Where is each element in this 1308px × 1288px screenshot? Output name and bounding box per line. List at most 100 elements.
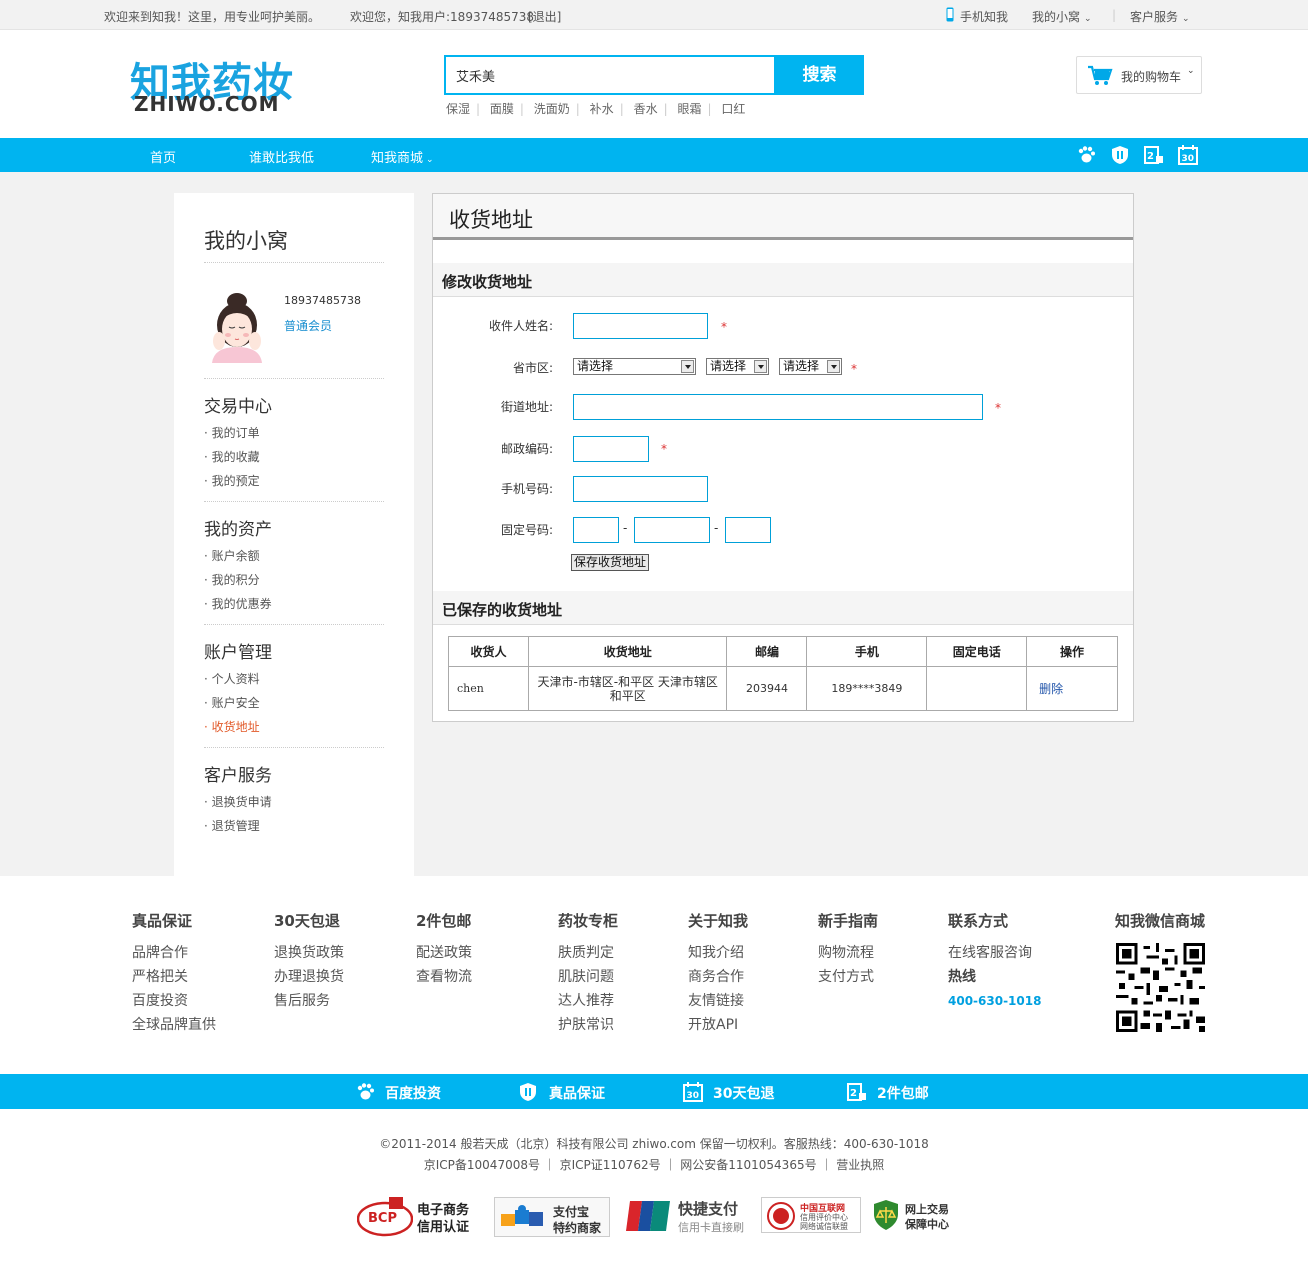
icp-link[interactable]: 京ICP备10047008号	[424, 1158, 540, 1172]
panel-header: 收货地址	[433, 194, 1133, 240]
sidebar-item-orders[interactable]: · 我的订单	[204, 424, 260, 441]
cnnic-badge[interactable]: 中国互联网 信用评价中心 网络诚信联盟	[761, 1197, 861, 1233]
sidebar-item-balance[interactable]: · 账户余额	[204, 547, 260, 564]
hot-keyword[interactable]: 保湿	[446, 102, 470, 116]
city-select[interactable]: 请选择	[706, 358, 769, 375]
top-bar: 欢迎来到知我！这里，用专业呵护美丽。 欢迎您，知我用户:18937485738 …	[0, 0, 1308, 30]
hot-keyword[interactable]: 洗面奶	[534, 102, 570, 116]
save-address-button[interactable]: 保存收货地址	[571, 554, 650, 571]
footer-link[interactable]: 购物流程	[818, 941, 878, 965]
search-input[interactable]	[444, 55, 776, 95]
hot-keyword[interactable]: 补水	[590, 102, 614, 116]
mobile-input[interactable]	[573, 476, 708, 502]
nav-mall[interactable]: 知我商城 ⌄	[371, 147, 434, 166]
sidebar-item-label: 账户余额	[211, 549, 260, 563]
sidebar-item-security[interactable]: · 账户安全	[204, 694, 260, 711]
province-select[interactable]: 请选择	[573, 358, 696, 375]
logo-en-text: ZHIWO.COM	[134, 92, 280, 116]
my-nest-label: 我的小窝	[1032, 10, 1081, 24]
bcp-badge[interactable]: BCP 电子商务 信用认证	[356, 1197, 475, 1237]
sidebar: 我的小窝 18937485738 普通会员 交易中心 · 我的订单 · 我的收藏…	[174, 193, 414, 876]
street-address-input[interactable]	[573, 394, 983, 420]
phone-ext-input[interactable]	[725, 517, 771, 543]
hot-keyword[interactable]: 面膜	[490, 102, 514, 116]
cart-icon	[1087, 65, 1113, 90]
nav-home[interactable]: 首页	[150, 147, 176, 166]
column-header: 手机	[806, 636, 928, 667]
zip-code-input[interactable]	[573, 436, 649, 462]
search-button[interactable]: 搜索	[775, 55, 864, 95]
customer-service-menu[interactable]: 客户服务 ⌄	[1130, 8, 1190, 25]
footer-link[interactable]: 全球品牌直供	[132, 1013, 216, 1037]
shield-icon[interactable]	[1110, 145, 1130, 165]
main-nav: 首页 谁敢比我低 知我商城 ⌄ 2 30	[0, 138, 1308, 172]
alipay-badge[interactable]: 支付宝 特约商家	[494, 1197, 610, 1237]
cart-button[interactable]: 我的购物车 ⌄	[1076, 56, 1202, 94]
cell-zip: 203944	[726, 666, 808, 711]
footer-link[interactable]: 售后服务	[274, 989, 344, 1013]
footer-link[interactable]: 商务合作	[688, 965, 748, 989]
sidebar-item-points[interactable]: · 我的积分	[204, 571, 260, 588]
footer-link[interactable]: 办理退换货	[274, 965, 344, 989]
edit-section-title: 修改收货地址	[442, 273, 533, 291]
hot-keyword[interactable]: 眼霜	[677, 102, 701, 116]
footer-link[interactable]: 严格把关	[132, 965, 216, 989]
user-phone: 18937485738	[284, 294, 361, 307]
two-items-icon: 2	[847, 1082, 867, 1105]
footer-link[interactable]: 开放API	[688, 1013, 748, 1037]
footer-link[interactable]: 友情链接	[688, 989, 748, 1013]
footer-link[interactable]: 肤质判定	[558, 941, 618, 965]
logout-link[interactable]: [退出]	[528, 8, 561, 25]
welcome-text: 欢迎来到知我！这里，用专业呵护美丽。	[104, 10, 321, 24]
sidebar-item-coupons[interactable]: · 我的优惠券	[204, 595, 272, 612]
delete-link[interactable]: 删除	[1039, 682, 1063, 696]
footer-link[interactable]: 达人推荐	[558, 989, 618, 1013]
street-label: 街道地址:	[500, 400, 553, 414]
footer-link[interactable]: 退换货政策	[274, 941, 344, 965]
online-service-link[interactable]: 在线客服咨询	[948, 941, 1041, 965]
recipient-name-input[interactable]	[573, 313, 708, 339]
sidebar-item-reservations[interactable]: · 我的预定	[204, 472, 260, 489]
footer-link[interactable]: 查看物流	[416, 965, 472, 989]
footer-link[interactable]: 护肤常识	[558, 1013, 618, 1037]
icp-link[interactable]: 网公安备1101054365号	[680, 1158, 816, 1172]
footer-column-title: 关于知我	[688, 912, 749, 930]
paw-icon[interactable]	[1076, 145, 1096, 165]
member-level[interactable]: 普通会员	[284, 317, 332, 334]
mobile-link[interactable]: 手机知我	[960, 8, 1008, 25]
phone-area-input[interactable]	[573, 517, 619, 543]
svg-text:2: 2	[1147, 151, 1154, 162]
hot-keyword[interactable]: 香水	[634, 102, 658, 116]
mobile-label: 手机号码:	[500, 482, 553, 496]
chevron-down-icon: ⌄	[1084, 14, 1092, 24]
footer-column-title: 联系方式	[948, 912, 1009, 930]
column-header: 收货地址	[527, 636, 728, 667]
sidebar-item-profile[interactable]: · 个人资料	[204, 670, 260, 687]
icp-link[interactable]: 京ICP证110762号	[560, 1158, 661, 1172]
footer-link[interactable]: 支付方式	[818, 965, 878, 989]
district-select[interactable]: 请选择	[779, 358, 842, 375]
divider	[204, 378, 384, 379]
unionpay-logo-icon	[626, 1201, 670, 1234]
table-header-row: 收货人 收货地址 邮编 手机 固定电话 操作	[448, 636, 1118, 667]
nav-lowest-price[interactable]: 谁敢比我低	[249, 147, 314, 166]
icp-link[interactable]: 营业执照	[836, 1158, 884, 1172]
footer-link[interactable]: 品牌合作	[132, 941, 216, 965]
sidebar-item-favorites[interactable]: · 我的收藏	[204, 448, 260, 465]
sidebar-item-address[interactable]: · 收货地址	[204, 718, 260, 735]
phone-number-input[interactable]	[634, 517, 710, 543]
puzzle-icon	[501, 1204, 549, 1233]
footer-link[interactable]: 知我介绍	[688, 941, 748, 965]
footer-link[interactable]: 百度投资	[132, 989, 216, 1013]
required-mark: *	[721, 320, 727, 334]
sidebar-item-returns-apply[interactable]: · 退换货申请	[204, 793, 272, 810]
footer-link[interactable]: 配送政策	[416, 941, 472, 965]
calendar-30-icon[interactable]: 30	[1178, 145, 1198, 165]
unionpay-badge[interactable]: 快捷支付 信用卡直接刷	[626, 1197, 756, 1237]
my-nest-menu[interactable]: 我的小窝 ⌄	[1032, 8, 1092, 25]
sidebar-item-returns-manage[interactable]: · 退货管理	[204, 817, 260, 834]
trade-guarantee-badge[interactable]: 网上交易 保障中心	[872, 1197, 952, 1237]
two-items-icon[interactable]: 2	[1144, 145, 1164, 165]
footer-link[interactable]: 肌肤问题	[558, 965, 618, 989]
hot-keyword[interactable]: 口红	[721, 102, 745, 116]
